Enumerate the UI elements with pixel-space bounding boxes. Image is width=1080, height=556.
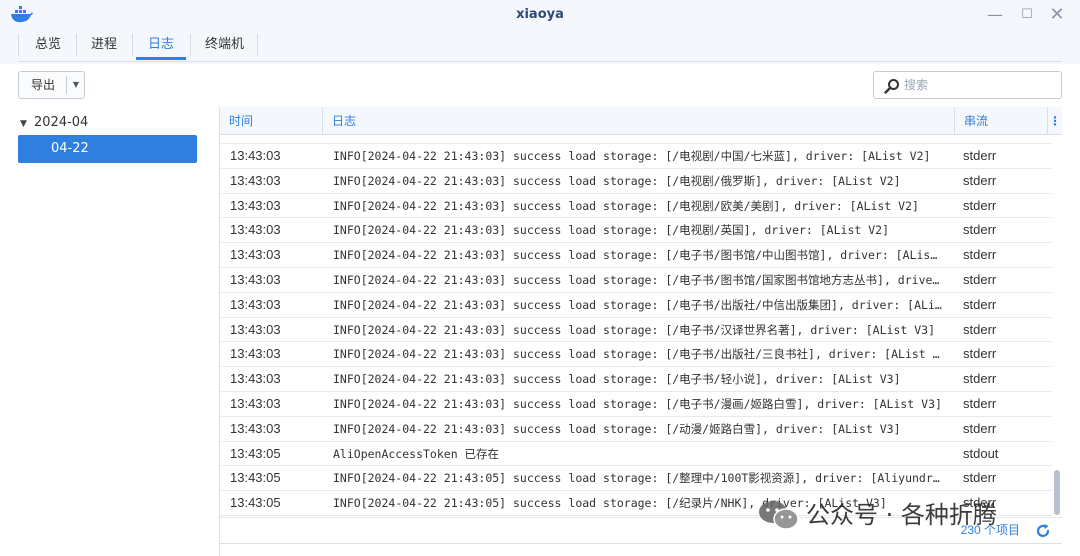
- cell-log: INFO[2024-04-22 21:43:03] success load s…: [333, 198, 919, 213]
- table-row[interactable]: 13:43:03 INFO[2024-04-22 21:43:03] succes…: [220, 218, 1052, 244]
- table-header: 时间 日志 串流 ⋮: [220, 107, 1062, 135]
- date-tree: ▼ 2024-04 04-22: [18, 108, 199, 548]
- cell-log: INFO[2024-04-22 21:43:03] success load s…: [333, 223, 889, 238]
- cell-time: 13:43:03: [230, 247, 281, 263]
- cell-time: 13:43:05: [230, 470, 281, 486]
- maximize-icon[interactable]: ☐: [1016, 4, 1038, 26]
- cell-log: INFO[2024-04-22 21:43:03] success load s…: [333, 297, 942, 312]
- tab-underline: [18, 61, 1062, 62]
- footer-divider: [220, 543, 1062, 544]
- cell-log: INFO[2024-04-22 21:43:03] success load s…: [333, 372, 901, 387]
- cell-stream: stderr: [963, 148, 997, 163]
- cell-log: INFO[2024-04-22 21:43:03] success load s…: [333, 421, 901, 436]
- search-box[interactable]: [873, 71, 1062, 99]
- search-input[interactable]: [904, 75, 1054, 95]
- table-row[interactable]: 13:43:03 INFO[2024-04-22 21:43:03] succes…: [220, 144, 1052, 169]
- column-header-time[interactable]: 时间: [220, 107, 322, 135]
- tab-overview[interactable]: 总览: [23, 30, 73, 60]
- cell-time: 13:43:03: [230, 172, 281, 188]
- cell-stream: stderr: [963, 321, 997, 337]
- cell-log: AliOpenAccessToken 已存在: [333, 446, 500, 461]
- table-row[interactable]: 13:43:03 INFO[2024-04-22 21:43:03] succes…: [220, 417, 1052, 442]
- tab-divider: [18, 34, 19, 56]
- table-row[interactable]: 13:43:03 INFO[2024-04-22 21:43:03] succes…: [220, 243, 1052, 268]
- cell-stream: stderr: [963, 296, 997, 312]
- table-row[interactable]: 13:43:03 INFO[2024-04-22 21:43:03] succes…: [220, 169, 1052, 194]
- cell-log: INFO[2024-04-22 21:43:03] success load s…: [333, 272, 942, 287]
- cell-stream: stderr: [963, 395, 997, 411]
- tree-node-day[interactable]: 04-22: [18, 135, 197, 163]
- cell-stream: stderr: [963, 470, 997, 486]
- tab-logs[interactable]: 日志: [136, 30, 187, 60]
- log-table: 时间 日志 串流 ⋮ 13:43:03 INFO[2024-04-22 21:43…: [220, 107, 1062, 517]
- cell-stream: stderr: [963, 222, 997, 238]
- table-row[interactable]: 13:43:05 INFO[2024-04-22 21:43:05] succes…: [220, 466, 1052, 492]
- close-icon[interactable]: ✕: [1046, 4, 1068, 26]
- watermark: 公众号 · 各种折腾: [756, 497, 1056, 533]
- cell-stream: stderr: [963, 346, 997, 362]
- cell-stream: stderr: [963, 420, 997, 436]
- cell-log: INFO[2024-04-22 21:43:03] success load s…: [333, 347, 942, 362]
- table-row[interactable]: 13:43:05 AliOpenAccessToken 已存在 stdout: [220, 442, 1052, 467]
- cell-stream: stderr: [963, 247, 997, 263]
- cell-time: 13:43:05: [230, 495, 281, 511]
- column-header-stream[interactable]: 串流: [955, 107, 1047, 135]
- title-bar: xiaoya — ☐ ✕: [0, 0, 1080, 30]
- tab-divider: [257, 34, 258, 56]
- cell-log: INFO[2024-04-22 21:43:03] success load s…: [333, 248, 942, 263]
- tab-terminal[interactable]: 终端机: [193, 30, 256, 60]
- cell-time: 13:43:03: [230, 420, 281, 436]
- table-row-partial: [220, 135, 1052, 144]
- window-title: xiaoya: [516, 7, 564, 22]
- cell-time: 13:43:03: [230, 321, 281, 337]
- cell-time: 13:43:03: [230, 148, 281, 163]
- cell-time: 13:43:03: [230, 271, 281, 287]
- cell-stream: stderr: [963, 172, 997, 188]
- cell-time: 13:43:03: [230, 222, 281, 238]
- cell-time: 13:43:03: [230, 371, 281, 387]
- tree-year-label: 2024-04: [34, 115, 89, 130]
- scrollbar-track[interactable]: [1052, 136, 1060, 516]
- table-row[interactable]: 13:43:03 INFO[2024-04-22 21:43:03] succes…: [220, 367, 1052, 392]
- cell-log: INFO[2024-04-22 21:43:03] success load s…: [333, 322, 935, 337]
- cell-time: 13:43:03: [230, 296, 281, 312]
- column-header-log[interactable]: 日志: [323, 107, 954, 135]
- caret-down-icon[interactable]: ▼: [20, 113, 34, 135]
- cell-log: INFO[2024-04-22 21:43:05] success load s…: [333, 471, 942, 486]
- tab-processes[interactable]: 进程: [79, 30, 129, 60]
- export-label: 导出: [30, 78, 55, 92]
- search-icon: [884, 79, 899, 94]
- minimize-icon[interactable]: —: [984, 4, 1006, 26]
- table-body: 13:43:03 INFO[2024-04-22 21:43:03] succes…: [220, 135, 1052, 516]
- tab-divider: [132, 34, 133, 56]
- export-divider: [66, 76, 67, 94]
- tab-divider: [190, 34, 191, 56]
- cell-time: 13:43:03: [230, 346, 281, 362]
- table-row[interactable]: 13:43:03 INFO[2024-04-22 21:43:03] succes…: [220, 392, 1052, 417]
- table-row[interactable]: 13:43:03 INFO[2024-04-22 21:43:03] succes…: [220, 194, 1052, 219]
- cell-time: 13:43:03: [230, 395, 281, 411]
- cell-stream: stdout: [963, 445, 999, 461]
- cell-stream: stderr: [963, 371, 997, 387]
- cell-time: 13:43:03: [230, 197, 281, 213]
- cell-time: 13:43:05: [230, 445, 281, 461]
- table-row[interactable]: 13:43:03 INFO[2024-04-22 21:43:03] succes…: [220, 318, 1052, 343]
- cell-log: INFO[2024-04-22 21:43:03] success load s…: [333, 149, 931, 163]
- table-row[interactable]: 13:43:03 INFO[2024-04-22 21:43:03] succes…: [220, 268, 1052, 293]
- cell-stream: stderr: [963, 271, 997, 287]
- cell-log: INFO[2024-04-22 21:43:03] success load s…: [333, 396, 942, 411]
- table-row[interactable]: 13:43:03 INFO[2024-04-22 21:43:03] succes…: [220, 293, 1052, 318]
- tab-bar: 总览 进程 日志 终端机: [0, 30, 1080, 64]
- export-button[interactable]: 导出 ▼: [18, 71, 85, 99]
- cell-log: INFO[2024-04-22 21:43:03] success load s…: [333, 173, 901, 188]
- chevron-down-icon[interactable]: ▼: [70, 78, 82, 92]
- watermark-text: 公众号 · 各种折腾: [806, 501, 997, 529]
- wechat-logo-icon: [759, 501, 799, 530]
- table-row[interactable]: 13:43:03 INFO[2024-04-22 21:43:03] succes…: [220, 342, 1052, 368]
- cell-stream: stderr: [963, 197, 997, 213]
- tree-node-year[interactable]: ▼ 2024-04: [18, 112, 199, 134]
- tab-divider: [76, 34, 77, 56]
- column-menu-icon[interactable]: ⋮: [1048, 107, 1062, 135]
